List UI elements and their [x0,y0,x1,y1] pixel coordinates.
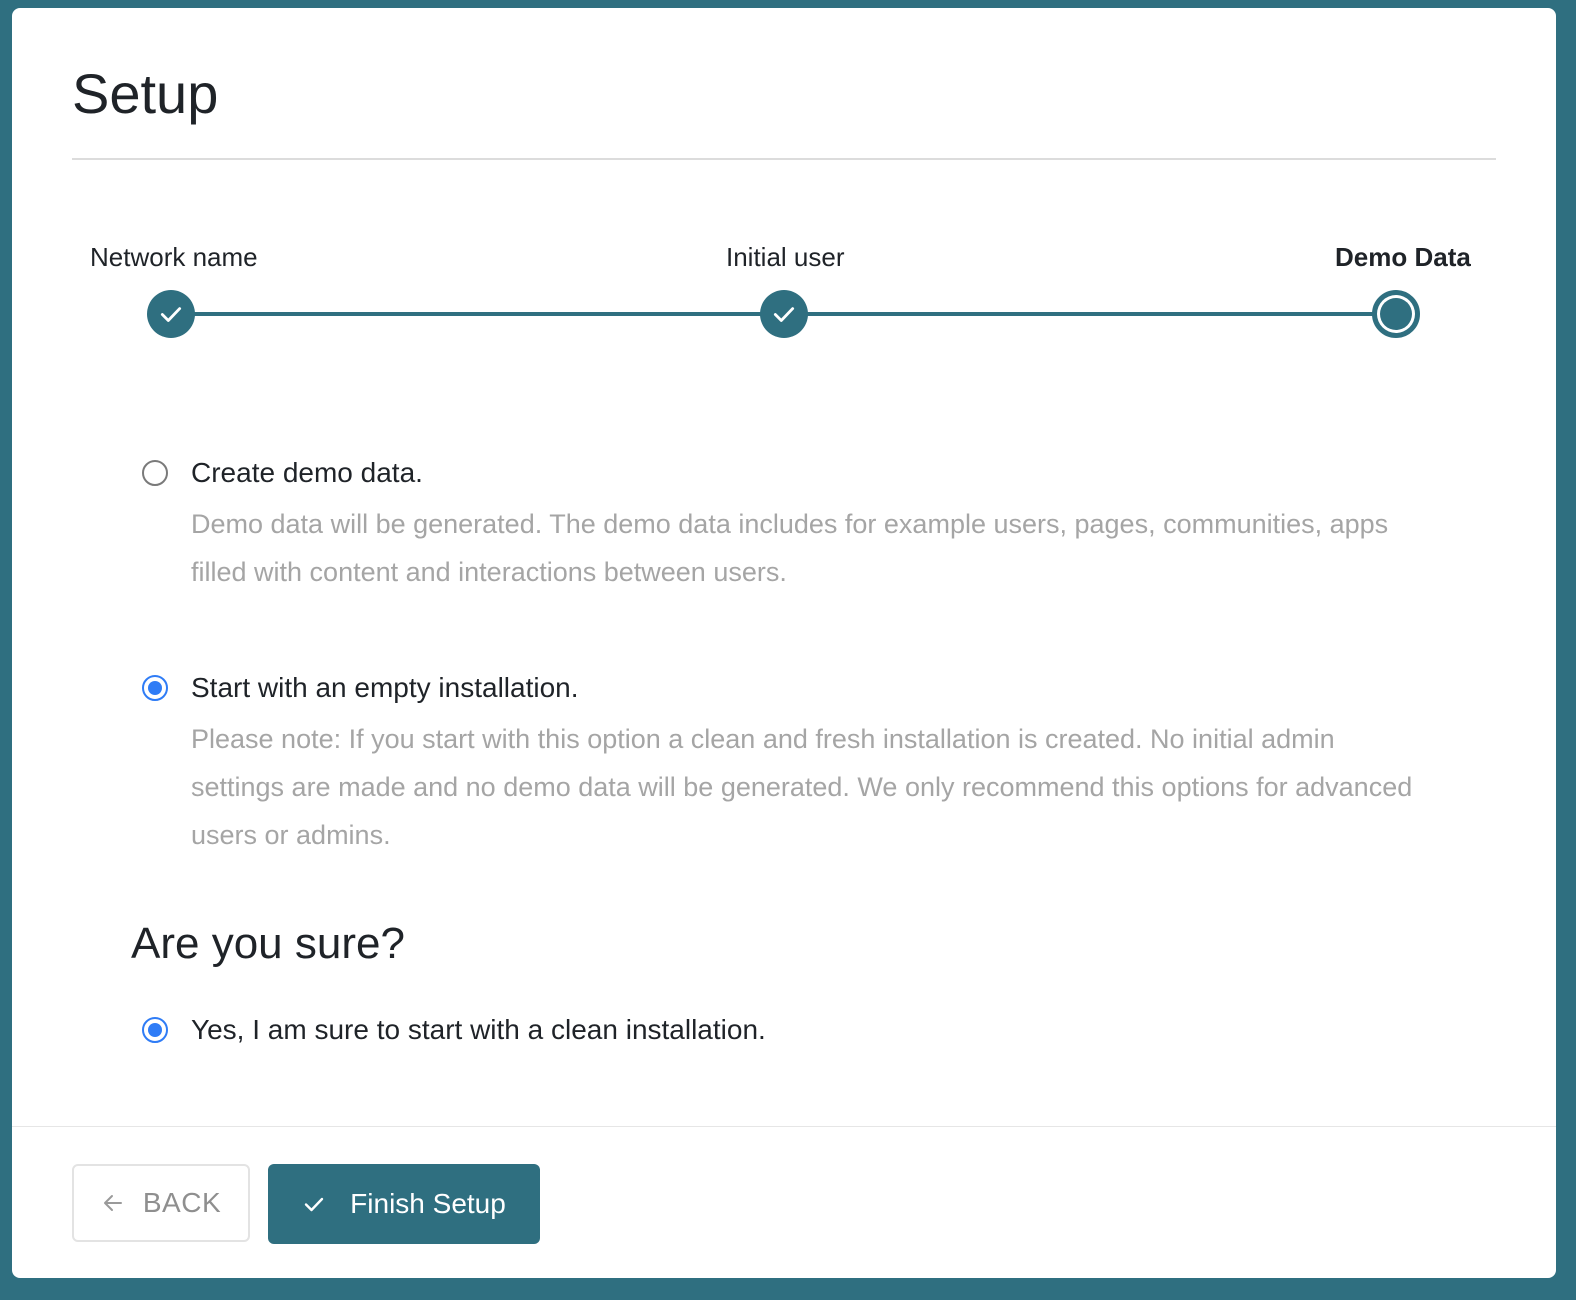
step-connector-2 [784,312,1396,316]
option-description: Please note: If you start with this opti… [191,724,1413,850]
radio-create-demo-data[interactable] [142,460,168,486]
finish-setup-button[interactable]: Finish Setup [268,1164,540,1244]
radio-empty-installation[interactable] [142,675,168,701]
setup-card: Setup Network name Initial user Demo Dat… [12,8,1556,1278]
option-description: Demo data will be generated. The demo da… [191,509,1389,587]
step-connector-1 [172,312,784,316]
check-icon [773,307,795,322]
header-divider [72,158,1496,160]
step-indicator-initial-user[interactable] [760,290,808,338]
option-label[interactable]: Start with an empty installation. [191,671,579,705]
back-button[interactable]: BACK [72,1164,250,1242]
page-title: Setup [72,62,219,125]
check-icon [304,1197,324,1212]
step-label-demo-data: Demo Data [1335,242,1471,272]
back-button-label: BACK [142,1187,222,1218]
step-label-initial-user: Initial user [726,242,845,272]
finish-setup-label: Finish Setup [350,1188,506,1219]
confirm-label[interactable]: Yes, I am sure to start with a clean ins… [191,1013,766,1047]
step-label-network-name: Network name [90,242,258,272]
confirm-heading: Are you sure? [131,919,405,968]
radio-confirm-clean-installation[interactable] [142,1017,168,1043]
check-icon [160,307,182,322]
step-indicator-demo-data [1372,290,1420,338]
option-empty-installation[interactable]: Start with an empty installation. Please… [142,671,1442,861]
confirm-clean-installation[interactable]: Yes, I am sure to start with a clean ins… [142,1013,1442,1053]
footer-divider [12,1126,1556,1127]
arrow-left-icon [103,1195,122,1211]
option-create-demo-data[interactable]: Create demo data. Demo data will be gene… [142,456,1442,596]
option-label[interactable]: Create demo data. [191,456,423,490]
step-indicator-network-name[interactable] [147,290,195,338]
